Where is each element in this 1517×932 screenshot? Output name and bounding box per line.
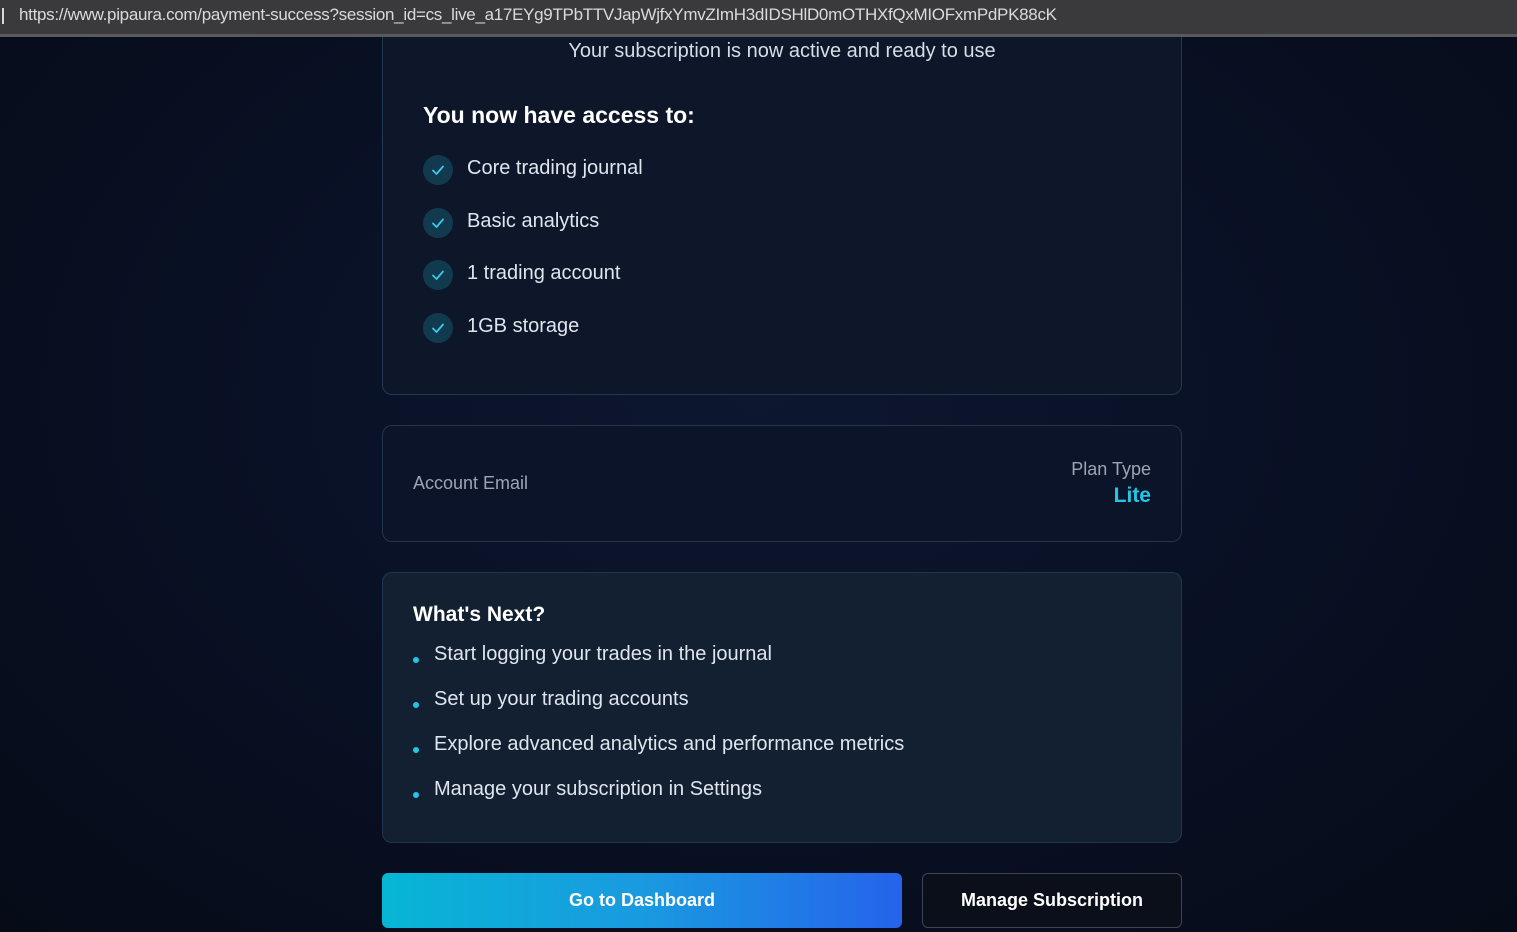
next-step-text: Set up your trading accounts [434,688,689,710]
plan-type-value: Lite [1113,484,1151,507]
bullet-icon [413,656,419,663]
account-info-card: Account Email Plan Type Lite [382,425,1182,542]
whats-next-card: What's Next? Start logging your trades i… [382,572,1182,843]
check-icon [423,260,453,290]
access-card: Your subscription is now active and read… [382,37,1182,395]
check-icon [423,313,453,343]
account-email-label: Account Email [413,473,529,493]
access-title: You now have access to: [423,102,695,128]
next-step-item: Set up your trading accounts [413,688,689,711]
next-step-item: Start logging your trades in the journal [413,643,772,666]
bullet-icon [413,746,419,753]
feature-label: 1 trading account [467,261,621,284]
go-to-dashboard-button[interactable]: Go to Dashboard [382,873,902,928]
check-icon [423,155,453,185]
browser-address-bar[interactable]: https://www.pipaura.com/payment-success?… [0,0,1517,37]
subscription-active-subtitle: Your subscription is now active and read… [568,40,996,62]
next-step-text: Manage your subscription in Settings [434,778,762,800]
bullet-icon [413,701,419,708]
bullet-icon [413,791,419,798]
check-icon [423,208,453,238]
feature-label: Basic analytics [467,209,600,232]
plan-type-label: Plan Type [1071,459,1151,479]
address-bar-edge [0,8,4,24]
feature-label: Core trading journal [467,156,643,179]
feature-item: Basic analytics [423,204,599,238]
next-step-text: Explore advanced analytics and performan… [434,733,905,755]
next-step-item: Explore advanced analytics and performan… [413,733,904,756]
manage-subscription-button[interactable]: Manage Subscription [922,873,1182,928]
next-step-item: Manage your subscription in Settings [413,778,762,801]
next-step-text: Start logging your trades in the journal [434,643,772,665]
page-content: Your subscription is now active and read… [0,37,1517,932]
url-text[interactable]: https://www.pipaura.com/payment-success?… [19,5,1057,25]
feature-item: 1 trading account [423,256,620,290]
feature-item: Core trading journal [423,151,643,185]
whats-next-title: What's Next? [413,603,546,626]
feature-label: 1GB storage [467,314,580,337]
feature-item: 1GB storage [423,309,579,343]
